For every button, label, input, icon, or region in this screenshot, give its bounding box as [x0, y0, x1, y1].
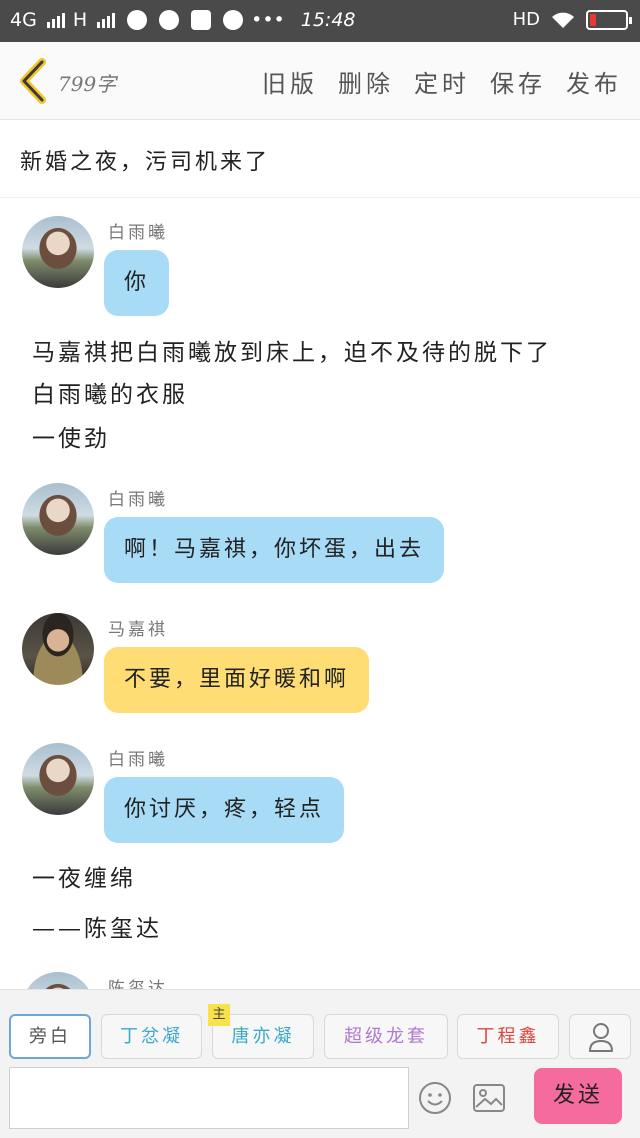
- clock: 15:48: [300, 9, 356, 31]
- narration-text[interactable]: ——陈玺达: [32, 908, 612, 950]
- input-bar: 发送: [0, 1065, 640, 1138]
- role-character[interactable]: 丁程鑫: [457, 1014, 559, 1059]
- old-version-button[interactable]: 旧版: [262, 64, 318, 99]
- emoji-icon[interactable]: [418, 1081, 452, 1115]
- add-role-button[interactable]: [569, 1014, 631, 1059]
- chat-bubble: 啊！马嘉祺，你坏蛋，出去: [104, 517, 445, 583]
- story-title-field[interactable]: 新婚之夜，污司机来了: [0, 120, 640, 198]
- status-right: HD: [512, 9, 632, 30]
- narration-line: 白雨曦的衣服: [32, 382, 188, 408]
- narration-line: 一使劲: [32, 426, 110, 452]
- notification-app-icon: [127, 10, 148, 30]
- toolbar: 旧版 删除 定时 保存 发布: [262, 64, 622, 99]
- sender-name: 陈玺达: [108, 979, 168, 989]
- bubble-text: 啊！马嘉祺，你坏蛋，出去: [124, 537, 425, 562]
- narration-line: 一夜缠绵: [32, 866, 136, 892]
- more-notifications: •••: [251, 9, 285, 31]
- role-narrator[interactable]: 旁白: [9, 1014, 91, 1059]
- schedule-button[interactable]: 定时: [414, 64, 470, 99]
- avatar: [22, 216, 94, 288]
- word-count: 799字: [58, 72, 117, 96]
- sender-name: 白雨曦: [108, 490, 168, 510]
- delete-button[interactable]: 删除: [338, 64, 394, 99]
- signal-icon-2: [97, 12, 116, 28]
- role-label: 唐亦凝: [231, 1026, 295, 1047]
- weibo-icon: [159, 10, 180, 30]
- bubble-text: 你讨厌，疼，轻点: [124, 797, 325, 822]
- avatar: [22, 613, 94, 685]
- avatar: [22, 743, 94, 815]
- avatar: [22, 483, 94, 555]
- narration-text[interactable]: 一夜缠绵: [32, 858, 612, 900]
- notification-app-icon-3: [223, 10, 244, 30]
- bubble-text: 你: [124, 270, 150, 295]
- narration-text[interactable]: 马嘉祺把白雨曦放到床上，迫不及待的脱下了 白雨曦的衣服: [32, 332, 612, 416]
- back-arrow-icon[interactable]: [16, 58, 52, 104]
- sender-name: 白雨曦: [108, 750, 168, 770]
- role-label: 丁程鑫: [476, 1026, 540, 1047]
- publish-button[interactable]: 发布: [566, 64, 622, 99]
- chat-content[interactable]: 白雨曦 你 马嘉祺把白雨曦放到床上，迫不及待的脱下了 白雨曦的衣服 一使劲 白雨…: [0, 199, 640, 989]
- main-role-badge: 主: [208, 1004, 230, 1026]
- avatar: [22, 972, 94, 989]
- editor-header: 799字 旧版 删除 定时 保存 发布: [0, 42, 640, 120]
- chat-bubble: 你: [104, 250, 170, 316]
- role-label: 超级龙套: [344, 1026, 428, 1047]
- sender-name: 马嘉祺: [108, 620, 168, 640]
- message-input[interactable]: [9, 1067, 409, 1129]
- narration-text[interactable]: 一使劲: [32, 418, 612, 460]
- status-bar: 4G H ••• 15:48 HD: [0, 0, 640, 42]
- story-title: 新婚之夜，污司机来了: [20, 150, 271, 175]
- status-left: 4G H ••• 15:48: [10, 9, 356, 31]
- chat-bubble: 不要，里面好暖和啊: [104, 647, 370, 713]
- battery-icon: [586, 9, 632, 30]
- network-h: H: [72, 9, 88, 31]
- role-label: 旁白: [29, 1026, 71, 1047]
- narration-line: ——陈玺达: [32, 916, 162, 942]
- hd-indicator: HD: [512, 9, 540, 30]
- send-button[interactable]: 发送: [534, 1068, 622, 1124]
- save-button[interactable]: 保存: [490, 64, 546, 99]
- narration-line: 马嘉祺把白雨曦放到床上，迫不及待的脱下了: [32, 340, 552, 366]
- sender-name: 白雨曦: [108, 223, 168, 243]
- role-extras[interactable]: 超级龙套: [324, 1014, 448, 1059]
- chat-bubble: 你讨厌，疼，轻点: [104, 777, 345, 843]
- wifi-icon: [552, 12, 574, 28]
- role-label: 丁忿凝: [120, 1026, 183, 1047]
- signal-icon: [46, 12, 65, 28]
- network-4g: 4G: [10, 9, 37, 31]
- bubble-text: 不要，里面好暖和啊: [124, 667, 350, 692]
- person-icon: [589, 1023, 613, 1052]
- image-icon[interactable]: [472, 1083, 506, 1113]
- notification-app-icon-2: [191, 10, 212, 30]
- role-character[interactable]: 丁忿凝: [101, 1014, 202, 1059]
- role-selector-bar: 旁白 丁忿凝 唐亦凝 主 超级龙套 丁程鑫: [0, 989, 640, 1065]
